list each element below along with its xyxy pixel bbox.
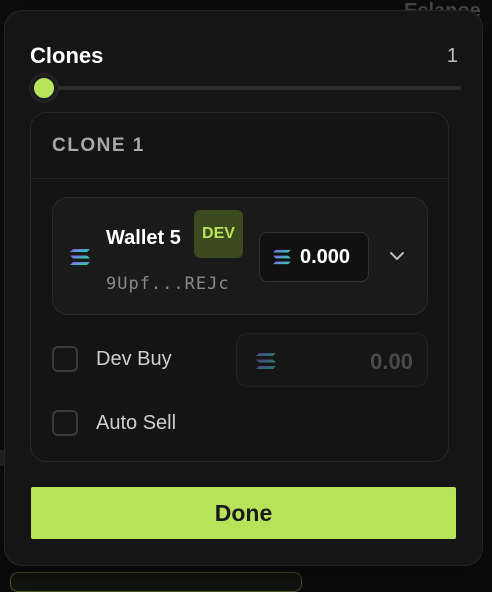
clones-title: Clones xyxy=(30,43,103,69)
clones-count: 1 xyxy=(447,45,458,68)
solana-icon xyxy=(69,248,91,266)
wallet-address: 9Upf...REJc xyxy=(106,274,230,294)
clones-slider-track[interactable] xyxy=(35,86,461,90)
auto-sell-option[interactable]: Auto Sell xyxy=(52,410,176,436)
background-button xyxy=(10,572,302,592)
dev-buy-placeholder: 0.00 xyxy=(370,349,413,375)
dev-buy-label: Dev Buy xyxy=(96,348,172,371)
chevron-down-icon[interactable] xyxy=(389,250,405,262)
auto-sell-checkbox[interactable] xyxy=(52,410,78,436)
dev-badge: DEV xyxy=(194,210,243,258)
wallet-amount-value: 0.000 xyxy=(300,246,350,269)
solana-icon xyxy=(255,352,277,370)
clones-popover: Clones 1 CLONE 1 Wallet 5 DEV 9Upf...REJ… xyxy=(4,10,483,566)
solana-icon xyxy=(272,249,292,265)
auto-sell-label: Auto Sell xyxy=(96,412,176,435)
wallet-row[interactable]: Wallet 5 DEV 9Upf...REJc 0.000 xyxy=(52,197,428,315)
clone-header: CLONE 1 xyxy=(31,113,448,179)
clones-slider-thumb[interactable] xyxy=(30,74,58,102)
dev-buy-checkbox[interactable] xyxy=(52,346,78,372)
wallet-amount-field[interactable]: 0.000 xyxy=(259,232,369,282)
clone-card: CLONE 1 Wallet 5 DEV 9Upf...REJc xyxy=(30,112,449,462)
dev-buy-amount-field[interactable]: 0.00 xyxy=(236,333,428,387)
wallet-name: Wallet 5 xyxy=(106,227,181,250)
dev-buy-option[interactable]: Dev Buy xyxy=(52,346,172,372)
done-button[interactable]: Done xyxy=(31,487,456,539)
